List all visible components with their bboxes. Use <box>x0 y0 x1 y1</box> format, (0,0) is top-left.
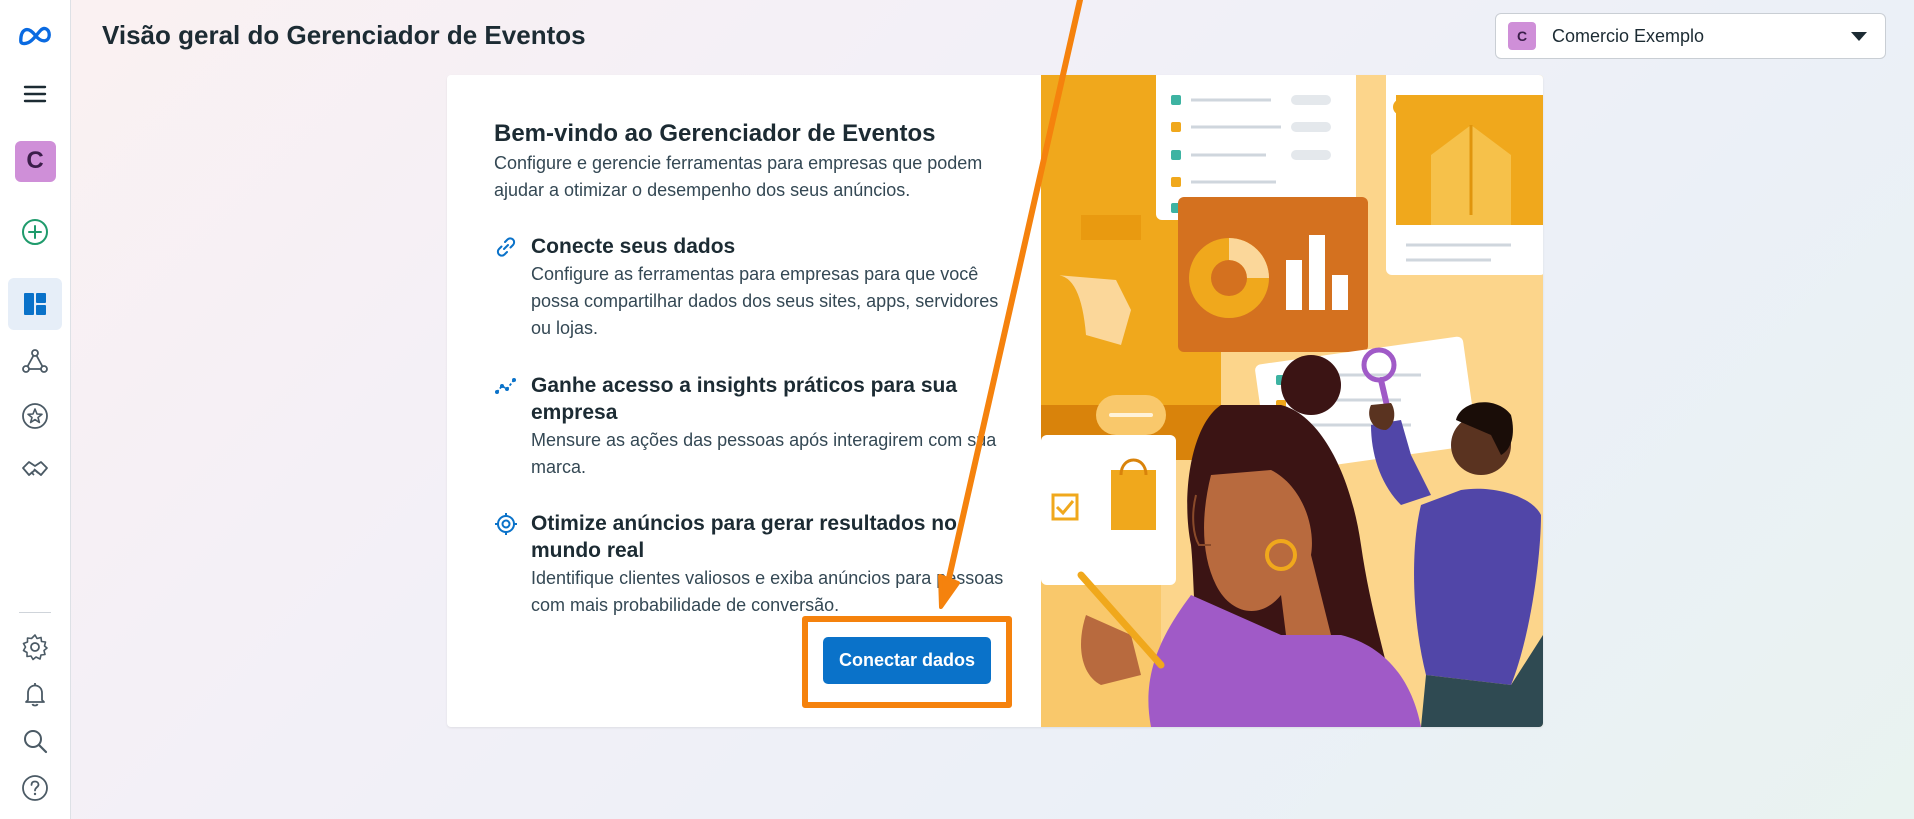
chevron-down-icon <box>1851 31 1867 41</box>
feature-title: Conecte seus dados <box>531 235 736 258</box>
sidebar-divider <box>19 612 51 613</box>
account-name: Comercio Exemplo <box>1552 25 1705 46</box>
menu-icon[interactable] <box>8 68 62 120</box>
feature-optimize: Otimize anúncios para gerar resultados n… <box>494 510 1014 619</box>
feature-description: Identifique clientes valiosos e exiba an… <box>531 568 1004 615</box>
profile-avatar[interactable]: C <box>8 135 62 187</box>
account-selector[interactable]: C Comercio Exemplo <box>1495 13 1886 59</box>
target-icon <box>494 512 518 536</box>
overview-icon[interactable] <box>8 278 62 330</box>
search-icon[interactable] <box>8 715 62 767</box>
connect-data-button[interactable]: Conectar dados <box>823 637 991 684</box>
feature-description: Configure as ferramentas para empresas p… <box>531 264 999 338</box>
meta-logo-icon[interactable] <box>8 9 62 61</box>
welcome-card: Bem-vindo ao Gerenciador de Eventos Conf… <box>447 75 1543 727</box>
page-title: Visão geral do Gerenciador de Eventos <box>102 20 586 50</box>
feature-title: Ganhe acesso a insights práticos para su… <box>531 374 957 424</box>
star-icon[interactable] <box>8 390 62 442</box>
bell-icon[interactable] <box>8 668 62 720</box>
welcome-description: Configure e gerencie ferramentas para em… <box>494 153 983 200</box>
welcome-illustration <box>1041 75 1543 727</box>
feature-insights: Ganhe acesso a insights práticos para su… <box>494 372 1014 481</box>
welcome-content: Bem-vindo ao Gerenciador de Eventos Conf… <box>494 119 1014 619</box>
gear-icon[interactable] <box>8 621 62 673</box>
feature-description: Mensure as ações das pessoas após intera… <box>531 430 997 477</box>
welcome-title: Bem-vindo ao Gerenciador de Eventos <box>494 120 936 147</box>
help-icon[interactable] <box>8 762 62 814</box>
feature-title: Otimize anúncios para gerar resultados n… <box>531 512 957 562</box>
feature-connect-data: Conecte seus dados Configure as ferramen… <box>494 233 1014 342</box>
data-sources-icon[interactable] <box>8 335 62 387</box>
sidebar: C <box>0 0 71 819</box>
account-avatar: C <box>1508 22 1536 50</box>
partner-integrations-icon[interactable] <box>8 443 62 495</box>
insights-icon <box>494 374 518 398</box>
button-highlight-box: Conectar dados <box>802 616 1012 708</box>
link-icon <box>494 235 518 259</box>
avatar: C <box>14 140 56 182</box>
add-icon[interactable] <box>8 206 62 258</box>
